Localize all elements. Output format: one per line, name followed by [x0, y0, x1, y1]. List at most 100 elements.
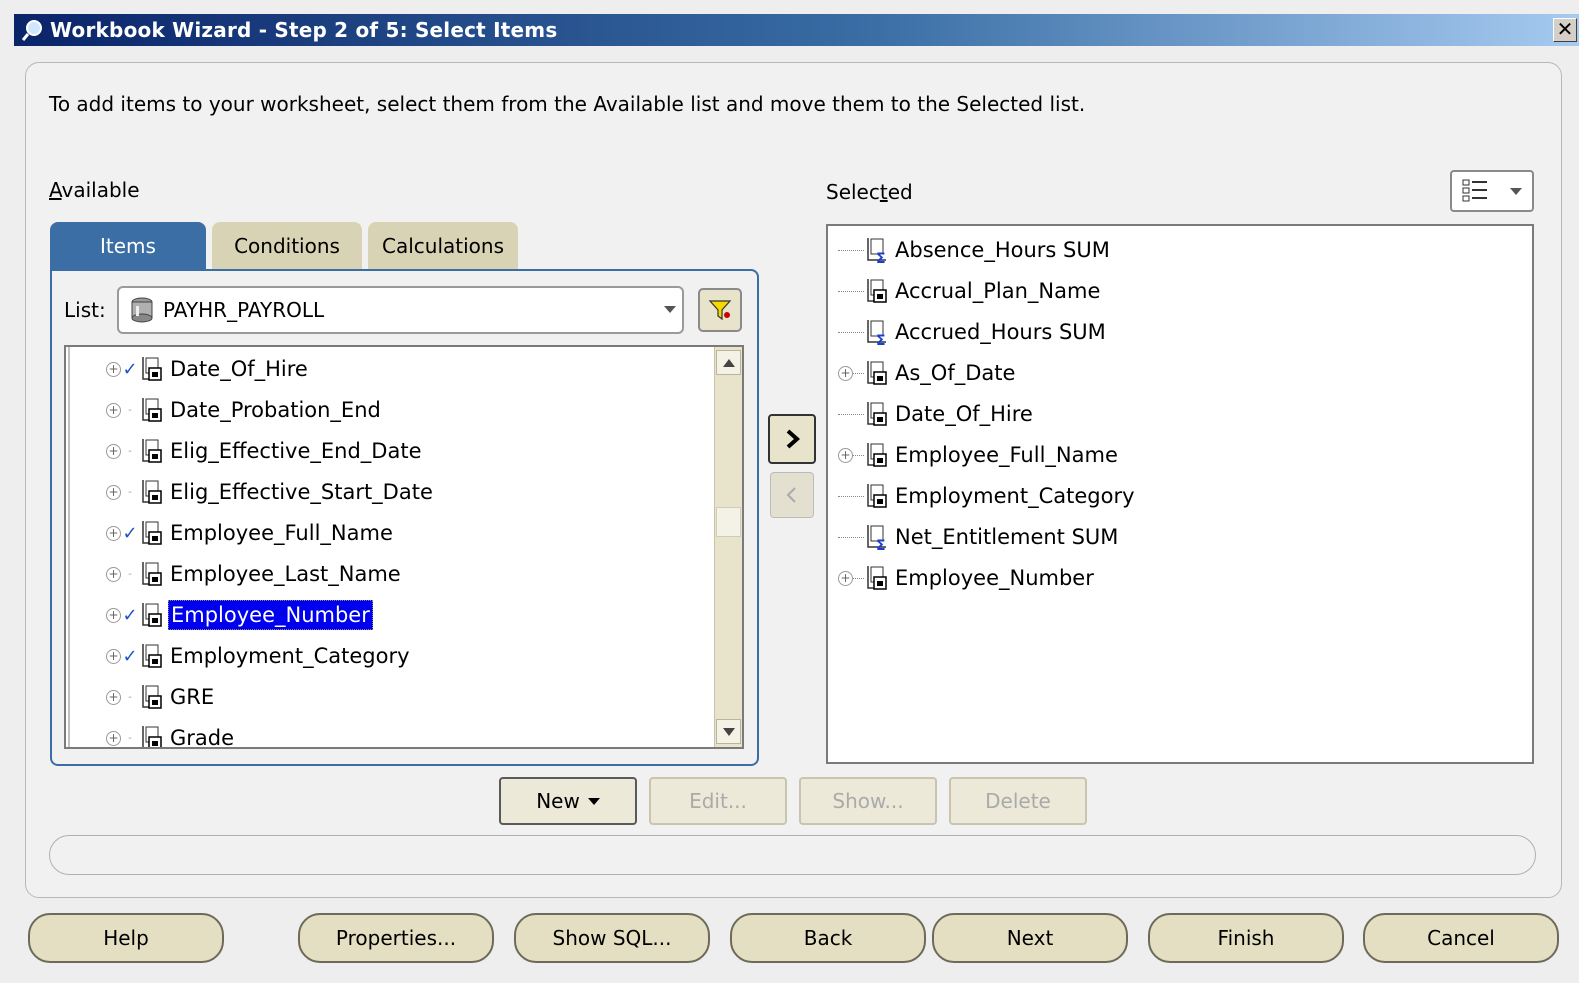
expand-icon[interactable]: + [106, 648, 121, 664]
expand-icon[interactable]: + [106, 361, 121, 377]
status-bar [49, 835, 1536, 875]
show-sql-button[interactable]: Show SQL... [514, 913, 710, 963]
tree-item-label: Date_Probation_End [170, 398, 381, 422]
tree-item[interactable]: + - GRE [106, 677, 216, 717]
selected-item-label: Accrued_Hours SUM [895, 320, 1106, 344]
item-icon [142, 562, 162, 586]
move-right-icon [786, 429, 801, 449]
tree-item[interactable]: + - Elig_Effective_End_Date [106, 431, 424, 471]
expand-icon[interactable]: + [106, 730, 121, 746]
item-icon [142, 603, 162, 627]
svg-text:Σ: Σ [876, 251, 886, 264]
tree-item[interactable]: + - Employee_Last_Name [106, 554, 403, 594]
check-icon: ✓ [122, 358, 138, 380]
view-options-button[interactable] [1450, 170, 1534, 212]
selected-items-list[interactable]: Σ Absence_Hours SUM Accrual_Plan_Name Σ Accr… [826, 224, 1534, 764]
sum-item-icon: Σ [867, 320, 886, 346]
back-button[interactable]: Back [730, 913, 926, 963]
delete-button[interactable]: Delete [949, 777, 1087, 825]
tree-item[interactable]: + - Elig_Effective_Start_Date [106, 472, 435, 512]
selected-item[interactable]: Date_Of_Hire [838, 394, 1035, 434]
list-label: List: [64, 298, 106, 322]
selected-item[interactable]: + As_Of_Date [838, 353, 1017, 393]
check-icon: ✓ [122, 645, 138, 667]
item-icon [142, 398, 162, 422]
move-left-icon [786, 487, 796, 503]
new-button-label: New [536, 789, 580, 813]
properties-button[interactable]: Properties... [298, 913, 494, 963]
selected-item[interactable]: Σ Net_Entitlement SUM [838, 517, 1120, 557]
expand-icon[interactable]: + [106, 566, 121, 582]
business-area-select[interactable]: PAYHR_PAYROLL [117, 286, 684, 334]
move-right-button[interactable] [768, 414, 816, 464]
tree-item[interactable]: + - Date_Probation_End [106, 390, 383, 430]
expand-icon[interactable]: + [838, 447, 853, 463]
tree-item-label: Employee_Full_Name [170, 521, 393, 545]
selected-item[interactable]: + Employee_Number [838, 558, 1096, 598]
next-button-label: Next [1006, 926, 1054, 950]
item-icon [867, 402, 887, 426]
list-view-icon [1462, 179, 1487, 202]
scroll-up-button[interactable] [716, 350, 741, 375]
expand-icon[interactable]: + [838, 570, 853, 586]
selected-item[interactable]: Accrual_Plan_Name [838, 271, 1102, 311]
find-items-button[interactable] [698, 288, 742, 332]
expand-icon[interactable]: + [106, 443, 121, 459]
scroll-thumb[interactable] [716, 507, 741, 537]
sum-item-icon: Σ [867, 525, 886, 551]
selected-item[interactable]: Employment_Category [838, 476, 1137, 516]
expand-icon[interactable]: + [838, 365, 853, 381]
selected-item-label: Employee_Full_Name [895, 443, 1118, 467]
expand-icon[interactable]: + [106, 484, 121, 500]
tree-connector: - [128, 568, 132, 580]
chevron-down-icon [664, 306, 676, 313]
close-button[interactable]: ✕ [1553, 18, 1577, 42]
selected-item-label: Employee_Number [895, 566, 1094, 590]
tree-item-label: Elig_Effective_End_Date [170, 439, 422, 463]
move-left-button[interactable] [770, 472, 814, 518]
database-icon [131, 297, 153, 323]
edit-button[interactable]: Edit... [649, 777, 787, 825]
tab-conditions[interactable]: Conditions [212, 222, 362, 270]
next-button[interactable]: Next [932, 913, 1128, 963]
tab-conditions-label: Conditions [234, 234, 340, 258]
item-icon [142, 357, 162, 381]
selected-item[interactable]: Σ Absence_Hours SUM [838, 230, 1112, 270]
tab-items[interactable]: Items [50, 222, 206, 270]
item-icon [142, 644, 162, 668]
selected-item[interactable]: + Employee_Full_Name [838, 435, 1120, 475]
tree-item[interactable]: + ✓ Date_Of_Hire [106, 349, 310, 389]
tree-item[interactable]: + ✓ Employment_Category [106, 636, 412, 676]
business-area-value: PAYHR_PAYROLL [163, 298, 325, 322]
available-items-tree[interactable]: + ✓ Date_Of_Hire + - Date_Probation_End + - Elig… [64, 345, 744, 749]
expand-icon[interactable]: + [106, 402, 121, 418]
edit-button-label: Edit... [689, 789, 747, 813]
help-button-label: Help [103, 926, 149, 950]
tree-item-label: Employment_Category [170, 644, 410, 668]
item-icon [867, 361, 887, 385]
tree-scrollbar[interactable] [714, 347, 742, 747]
tree-item[interactable]: + ✓ Employee_Full_Name [106, 513, 395, 553]
expand-icon[interactable]: + [106, 525, 121, 541]
help-button[interactable]: Help [28, 913, 224, 963]
cancel-button[interactable]: Cancel [1363, 913, 1559, 963]
tree-connector: - [128, 404, 132, 416]
tree-item[interactable]: + - Grade [106, 718, 236, 747]
new-button[interactable]: New [499, 777, 637, 825]
tree-item-label: GRE [170, 685, 215, 709]
properties-button-label: Properties... [335, 926, 457, 950]
finish-button[interactable]: Finish [1148, 913, 1344, 963]
item-icon [142, 521, 162, 545]
expand-icon[interactable]: + [106, 689, 121, 705]
show-button[interactable]: Show... [799, 777, 937, 825]
item-icon [142, 726, 162, 747]
tree-item[interactable]: + ✓ Employee_Number [106, 595, 373, 635]
selected-item[interactable]: Σ Accrued_Hours SUM [838, 312, 1108, 352]
title-bar: Workbook Wizard - Step 2 of 5: Select It… [14, 14, 1579, 46]
available-label: Available [49, 178, 140, 202]
item-icon [142, 439, 162, 463]
tab-calculations[interactable]: Calculations [368, 222, 518, 270]
expand-icon[interactable]: + [106, 607, 121, 623]
tree-item-label: Employee_Number [168, 600, 373, 630]
scroll-down-button[interactable] [716, 719, 741, 744]
